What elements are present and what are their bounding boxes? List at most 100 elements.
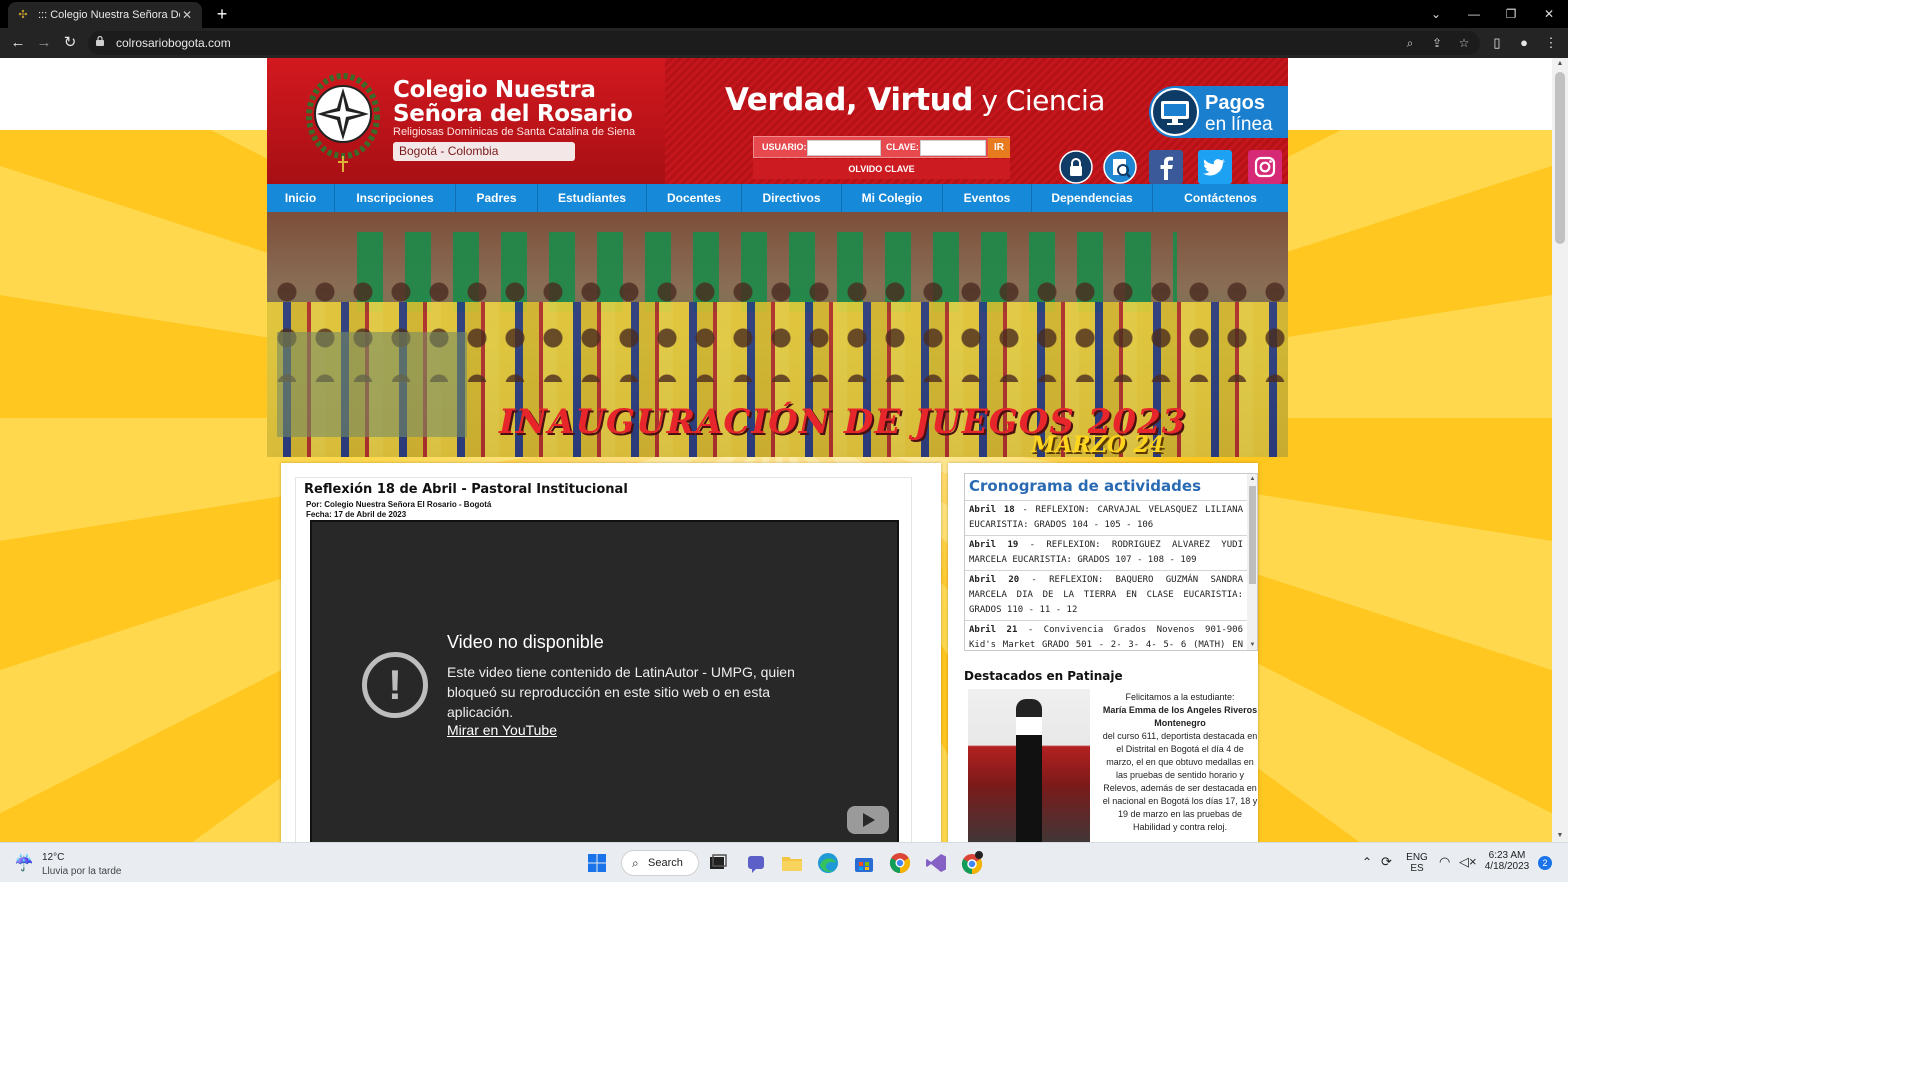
- city-label: Bogotá - Colombia: [393, 142, 575, 161]
- featured-body: del curso 611, deportista destacada en e…: [1102, 731, 1258, 832]
- address-toolbar: ← → ↻ colrosariobogota.com ⌕ ⇪ ☆ ▯ ● ⋮: [0, 28, 1568, 58]
- windows-start-icon[interactable]: [583, 849, 611, 877]
- embedded-video[interactable]: ! Video no disponible Este video tiene c…: [310, 520, 899, 842]
- side-panel-icon[interactable]: ▯: [1487, 33, 1507, 53]
- post-date: Fecha: 17 de Abril de 2023: [306, 510, 407, 519]
- clock[interactable]: 6:23 AM 4/18/2023: [1484, 850, 1530, 890]
- forward-arrow-icon[interactable]: →: [34, 33, 54, 53]
- tray-overflow-icon[interactable]: ⌃: [1362, 855, 1372, 895]
- bookmark-star-icon[interactable]: ☆: [1455, 34, 1473, 52]
- lock-icon[interactable]: [1059, 150, 1093, 184]
- school-name-line1: Colegio Nuestra: [393, 77, 596, 103]
- chrome-profile-icon[interactable]: [958, 849, 986, 877]
- minimize-button[interactable]: —: [1455, 0, 1493, 28]
- page-scroll-up-icon[interactable]: ▲: [1552, 58, 1568, 70]
- featured-title: Destacados en Patinaje: [964, 669, 1123, 683]
- teams-chat-icon[interactable]: [742, 849, 770, 877]
- page-scroll-thumb[interactable]: [1555, 72, 1565, 244]
- online-payments-button[interactable]: Pagos en línea: [1149, 86, 1288, 138]
- task-view-icon[interactable]: [704, 849, 732, 877]
- instagram-icon[interactable]: [1248, 150, 1282, 184]
- post-title[interactable]: Reflexión 18 de Abril - Pastoral Institu…: [304, 482, 628, 497]
- schedule-date: Abril 19: [969, 540, 1019, 550]
- page-viewport: Colegio Nuestra Señora del Rosario Relig…: [0, 58, 1552, 842]
- featured-text: Felicitamos a la estudiante: María Emma …: [1102, 691, 1258, 834]
- chrome-icon[interactable]: [886, 849, 914, 877]
- password-input[interactable]: [920, 140, 986, 156]
- speaker-muted-icon[interactable]: ◁×: [1459, 854, 1477, 894]
- clock-date: 4/18/2023: [1484, 861, 1530, 872]
- login-go-button[interactable]: IR: [988, 138, 1010, 158]
- browser-tab[interactable]: ✣ ::: Colegio Nuestra Señora Del Ro ✕: [8, 2, 202, 28]
- youtube-logo-icon[interactable]: [847, 806, 889, 834]
- tab-search-icon[interactable]: ⌄: [1417, 0, 1455, 28]
- nav-item-estudiantes[interactable]: Estudiantes: [538, 184, 647, 212]
- schedule-item: Abril 20 - REFLEXION: BAQUERO GUZMÁN SAN…: [965, 570, 1247, 620]
- visual-studio-icon[interactable]: [922, 849, 950, 877]
- nav-item-mi-colegio[interactable]: Mi Colegio: [842, 184, 943, 212]
- motto-bold: Verdad, Virtud: [725, 82, 973, 118]
- nav-item-eventos[interactable]: Eventos: [943, 184, 1032, 212]
- event-banner[interactable]: INAUGURACIÓN DE JUEGOS 2023 MARZO 24: [267, 212, 1288, 457]
- motto-light: y Ciencia: [972, 84, 1105, 117]
- school-crest-icon[interactable]: [305, 70, 381, 174]
- back-arrow-icon[interactable]: ←: [8, 33, 28, 53]
- share-icon[interactable]: ⇪: [1428, 34, 1446, 52]
- tab-close-icon[interactable]: ✕: [180, 8, 194, 22]
- featured-intro: Felicitamos a la estudiante:: [1125, 692, 1235, 702]
- weather-temp: 12°C: [42, 852, 65, 863]
- new-tab-button[interactable]: +: [212, 4, 232, 24]
- search-document-icon[interactable]: [1103, 150, 1137, 184]
- site-header: Colegio Nuestra Señora del Rosario Relig…: [267, 58, 1288, 184]
- featured-skating: Destacados en Patinaje Felicitamos a la …: [964, 669, 1258, 842]
- twitter-icon[interactable]: [1198, 150, 1232, 184]
- close-window-button[interactable]: ✕: [1530, 0, 1568, 28]
- banner-photo-board: [277, 332, 467, 437]
- user-input[interactable]: [807, 140, 881, 156]
- schedule-item: Abril 18 - REFLEXION: CARVAJAL VELASQUEZ…: [965, 500, 1247, 535]
- sync-icon[interactable]: ⟳: [1381, 854, 1392, 894]
- nav-item-docentes[interactable]: Docentes: [647, 184, 742, 212]
- tab-title: ::: Colegio Nuestra Señora Del Ro: [38, 9, 180, 21]
- profile-icon[interactable]: ●: [1514, 33, 1534, 53]
- payments-line1: Pagos: [1205, 92, 1266, 114]
- scroll-down-icon[interactable]: ▼: [1247, 640, 1257, 650]
- schedule-list[interactable]: Abril 18 - REFLEXION: CARVAJAL VELASQUEZ…: [965, 500, 1247, 650]
- taskbar-search-button[interactable]: ⌕ Search: [621, 850, 699, 876]
- nav-item-inicio[interactable]: Inicio: [267, 184, 335, 212]
- featured-student: María Emma de los Angeles Riveros Monten…: [1102, 705, 1258, 728]
- login-row: USUARIO: CLAVE: IR: [753, 136, 1010, 158]
- scroll-thumb[interactable]: [1249, 486, 1256, 584]
- login-form: USUARIO: CLAVE: IR OLVIDO CLAVE: [753, 136, 1010, 182]
- forgot-password-link[interactable]: OLVIDO CLAVE: [753, 159, 1010, 179]
- file-explorer-icon[interactable]: [778, 849, 806, 877]
- content-area: Reflexión 18 de Abril - Pastoral Institu…: [281, 463, 1273, 842]
- zoom-icon[interactable]: ⌕: [1401, 34, 1419, 52]
- nav-item-contactenos[interactable]: Contáctenos: [1153, 184, 1288, 212]
- nav-item-dependencias[interactable]: Dependencias: [1032, 184, 1153, 212]
- reload-icon[interactable]: ↻: [60, 33, 80, 53]
- schedule-scrollbar[interactable]: ▲ ▼: [1247, 474, 1257, 650]
- facebook-icon[interactable]: [1149, 150, 1183, 184]
- error-icon: !: [362, 652, 428, 718]
- address-bar[interactable]: colrosariobogota.com ⌕ ⇪ ☆: [88, 31, 1480, 55]
- url-text: colrosariobogota.com: [116, 36, 231, 50]
- notification-badge[interactable]: 2: [1538, 856, 1552, 870]
- restore-button[interactable]: ❐: [1492, 0, 1530, 28]
- school-name[interactable]: Colegio Nuestra Señora del Rosario: [393, 78, 633, 126]
- browser-menu-icon[interactable]: ⋮: [1541, 33, 1561, 53]
- wifi-icon[interactable]: ◠: [1439, 854, 1450, 894]
- schedule-item: Abril 19 - REFLEXION: RODRIGUEZ ALVAREZ …: [965, 535, 1247, 570]
- page-scrollbar[interactable]: ▲ ▼: [1552, 58, 1568, 842]
- video-error-message: Este video tiene contenido de LatinAutor…: [447, 664, 795, 720]
- watch-on-youtube-link[interactable]: Mirar en YouTube: [447, 722, 557, 738]
- payments-monitor-icon: [1151, 88, 1199, 136]
- edge-browser-icon[interactable]: [814, 849, 842, 877]
- microsoft-store-icon[interactable]: [850, 849, 878, 877]
- nav-item-inscripciones[interactable]: Inscripciones: [335, 184, 456, 212]
- nav-item-padres[interactable]: Padres: [456, 184, 538, 212]
- language-indicator[interactable]: ENG ES: [1406, 852, 1428, 892]
- nav-item-directivos[interactable]: Directivos: [742, 184, 842, 212]
- scroll-up-icon[interactable]: ▲: [1247, 474, 1257, 484]
- page-scroll-down-icon[interactable]: ▼: [1552, 830, 1568, 842]
